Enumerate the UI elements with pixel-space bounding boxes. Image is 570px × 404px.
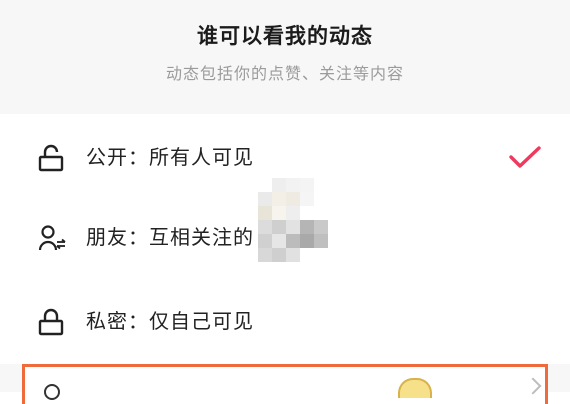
mutual-friends-icon: [38, 225, 66, 251]
option-public-label: 公开：所有人可见: [86, 145, 254, 169]
lock-icon: [38, 308, 64, 336]
highlighted-option-frame[interactable]: [22, 364, 548, 404]
unlock-icon: [38, 144, 64, 172]
checkmark-icon: [509, 146, 541, 168]
dialog-header: 谁可以看我的动态 动态包括你的点赞、关注等内容: [0, 0, 570, 102]
partial-icon: [44, 384, 60, 400]
dialog-subtitle: 动态包括你的点赞、关注等内容: [165, 64, 404, 83]
option-private[interactable]: 私密：仅自己可见: [0, 278, 570, 364]
option-private-label: 私密：仅自己可见: [86, 309, 254, 333]
sticker-icon: [398, 378, 432, 398]
option-friends-label: 朋友：互相关注的: [86, 225, 254, 249]
dialog-title: 谁可以看我的动态: [197, 24, 373, 48]
